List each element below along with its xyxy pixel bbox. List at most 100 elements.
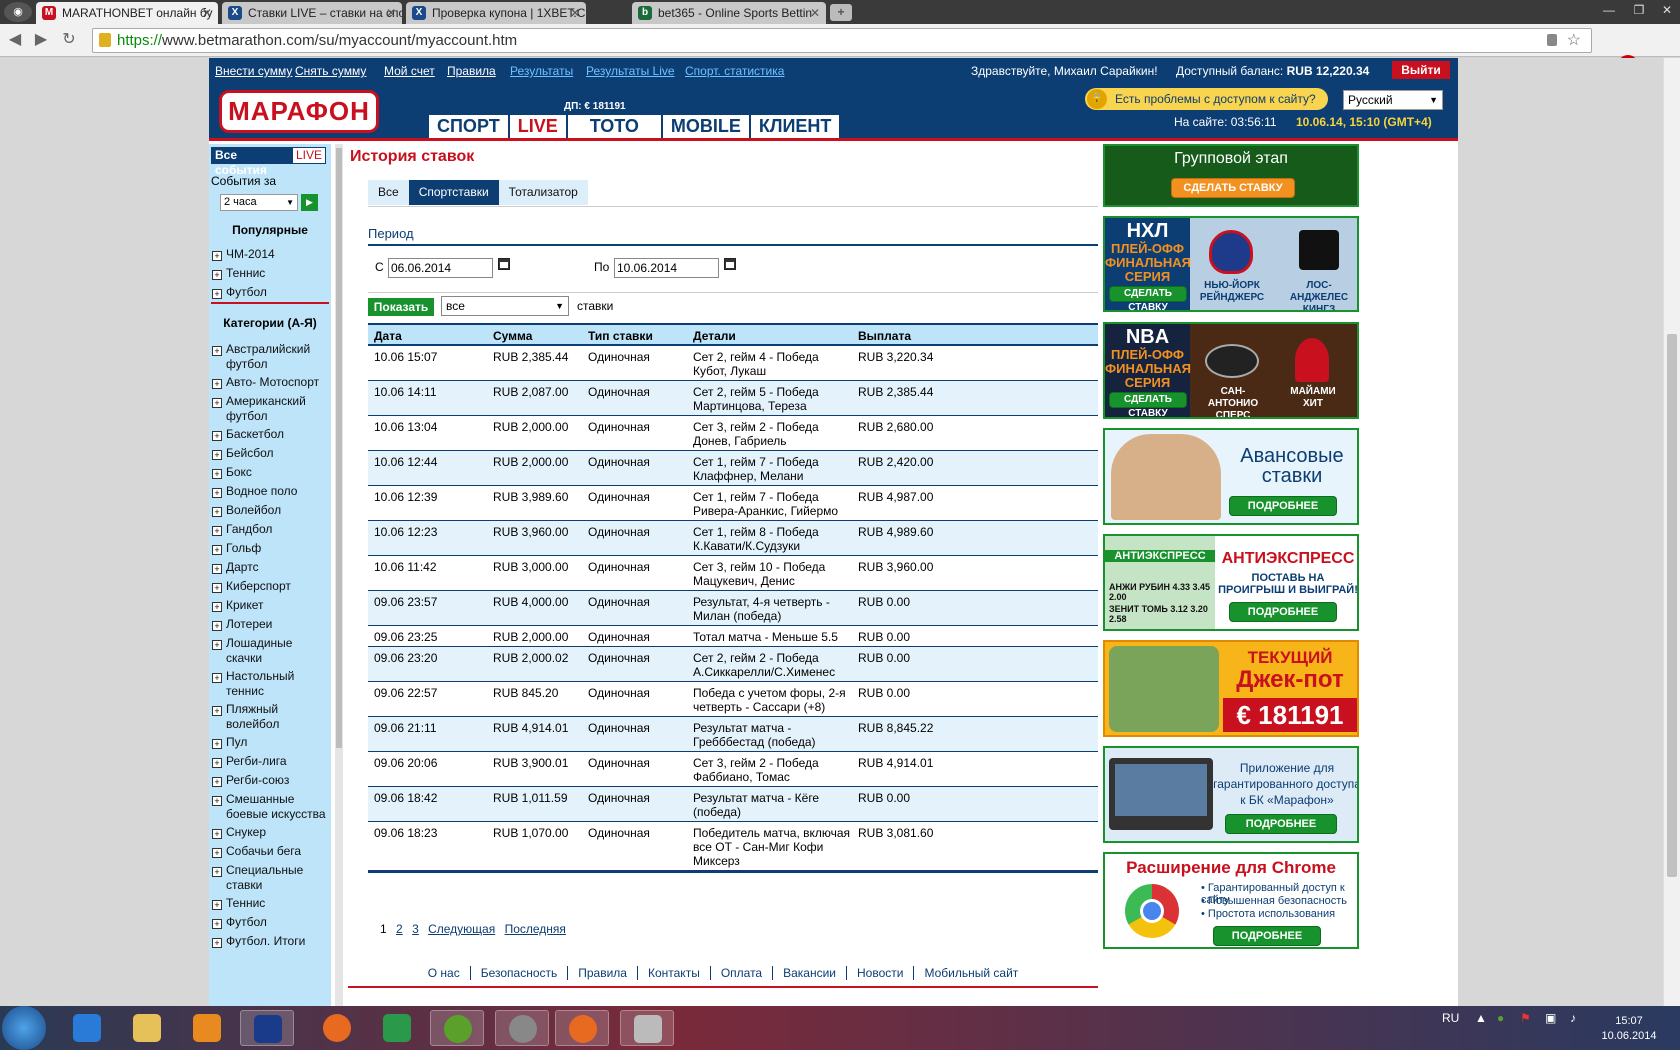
close-icon[interactable]: ✕ — [386, 2, 396, 24]
expand-icon[interactable]: + — [212, 398, 222, 408]
zona-taskbar-icon[interactable] — [370, 1010, 424, 1046]
browser-tab-bet365[interactable]: b bet365 - Online Sports Bettin ✕ — [632, 2, 826, 24]
jackpot-banner[interactable]: ТЕКУЩИЙ Джек-пот € 181191 — [1103, 640, 1359, 737]
sidebar-popular-item[interactable]: + Теннис — [212, 266, 330, 281]
expand-icon[interactable]: + — [212, 867, 222, 877]
footer-payment[interactable]: Оплата — [710, 966, 774, 980]
last-page-link[interactable]: Последняя — [505, 922, 566, 936]
save-app-taskbar-icon[interactable] — [240, 1010, 294, 1046]
antiexpress-banner[interactable]: АНТИЭКСПРЕСС АНЖИ РУБИН 4.33 3.45 2.00 З… — [1103, 534, 1359, 631]
to-date-input[interactable]: 10.06.2014 — [614, 258, 719, 278]
deposit-link[interactable]: Внести сумму — [215, 64, 292, 78]
sidebar-category-item[interactable]: + Смешанные боевые искусства — [212, 792, 330, 822]
system-clock[interactable]: 15:07 10.06.2014 — [1594, 1014, 1664, 1044]
expand-icon[interactable]: + — [212, 564, 222, 574]
close-icon[interactable]: ✕ — [810, 2, 820, 24]
sidebar-scrollbar-thumb[interactable] — [336, 148, 342, 748]
firefox-taskbar-icon[interactable] — [310, 1010, 364, 1046]
expand-icon[interactable]: + — [212, 469, 222, 479]
nhl-banner[interactable]: НХЛ ПЛЕЙ-ОФФ ФИНАЛЬНАЯ СЕРИЯ СДЕЛАТЬ СТА… — [1103, 216, 1359, 312]
chrome-taskbar-icon[interactable] — [495, 1010, 549, 1046]
new-tab-button[interactable]: + — [830, 4, 852, 21]
all-events-toggle[interactable]: Все события LIVE — [211, 147, 326, 177]
firefox-2-taskbar-icon[interactable] — [555, 1010, 609, 1046]
minimize-icon[interactable]: — — [1594, 0, 1624, 20]
sidebar-category-item[interactable]: + Гандбол — [212, 522, 330, 537]
sidebar-category-item[interactable]: + Крикет — [212, 598, 330, 613]
nav-client[interactable]: КЛИЕНТ — [751, 115, 842, 138]
tab-totalizator[interactable]: Тотализатор — [499, 180, 588, 205]
expand-icon[interactable]: + — [212, 251, 222, 261]
access-problems-button[interactable]: 🔒 Есть проблемы с доступом к сайту? — [1085, 88, 1328, 110]
nav-live[interactable]: LIVE — [510, 115, 568, 138]
sidebar-category-item[interactable]: + Авто- Мотоспорт — [212, 375, 330, 390]
bookmark-star-icon[interactable]: ☆ — [1567, 29, 1581, 52]
group-stage-banner[interactable]: Групповой этап СДЕЛАТЬ СТАВКУ — [1103, 144, 1359, 207]
expand-icon[interactable]: + — [212, 507, 222, 517]
sidebar-category-item[interactable]: + Специальные ставки — [212, 863, 330, 893]
sidebar-category-item[interactable]: + Регби-лига — [212, 754, 330, 769]
sidebar-scrollbar[interactable] — [335, 144, 343, 1006]
sidebar-category-item[interactable]: + Водное поло — [212, 484, 330, 499]
expand-icon[interactable]: + — [212, 346, 222, 356]
page-scrollbar-thumb[interactable] — [1667, 334, 1677, 877]
expand-icon[interactable]: + — [212, 270, 222, 280]
sidebar-category-item[interactable]: + Гольф — [212, 541, 330, 556]
sidebar-category-item[interactable]: + Пул — [212, 735, 330, 750]
language-indicator[interactable]: RU — [1442, 1011, 1459, 1025]
sidebar-category-item[interactable]: + Пляжный волейбол — [212, 702, 330, 732]
details-button[interactable]: ПОДРОБНЕЕ — [1225, 814, 1337, 834]
expand-icon[interactable]: + — [212, 796, 222, 806]
advance-bets-banner[interactable]: Авансовые ставки ПОДРОБНЕЕ — [1103, 428, 1359, 525]
footer-vacancies[interactable]: Вакансии — [773, 966, 848, 980]
page-link-2[interactable]: 2 — [396, 922, 403, 936]
withdraw-link[interactable]: Снять сумму — [295, 64, 366, 78]
show-button[interactable]: Показать — [368, 298, 434, 316]
page-scrollbar[interactable] — [1663, 58, 1680, 1006]
reload-icon[interactable]: ↻ — [58, 29, 80, 51]
footer-mobile[interactable]: Мобильный сайт — [914, 966, 1028, 980]
expand-icon[interactable]: + — [212, 758, 222, 768]
ie-taskbar-icon[interactable] — [60, 1010, 114, 1046]
window-close-icon[interactable]: ✕ — [1652, 0, 1680, 20]
volume-tray-icon[interactable]: ♪ — [1570, 1011, 1576, 1025]
sidebar-category-item[interactable]: + Собачьи бега — [212, 844, 330, 859]
flag-tray-icon[interactable]: ⚑ — [1520, 1011, 1531, 1025]
expand-icon[interactable]: + — [212, 706, 222, 716]
all-events-label[interactable]: Все события — [212, 148, 293, 177]
expand-icon[interactable]: + — [212, 673, 222, 683]
calculator-taskbar-icon[interactable] — [620, 1010, 674, 1046]
sidebar-category-item[interactable]: + Бокс — [212, 465, 330, 480]
sidebar-category-item[interactable]: + Дартс — [212, 560, 330, 575]
close-icon[interactable]: ✕ — [570, 2, 580, 24]
sidebar-popular-item[interactable]: + ЧМ-2014 — [212, 247, 330, 262]
make-bet-button[interactable]: СДЕЛАТЬ СТАВКУ — [1109, 392, 1187, 417]
expand-icon[interactable]: + — [212, 777, 222, 787]
media-player-taskbar-icon[interactable] — [180, 1010, 234, 1046]
forward-icon[interactable]: ▶ — [30, 29, 52, 51]
sidebar-category-item[interactable]: + Австралийский футбол — [212, 342, 330, 372]
expand-icon[interactable]: + — [212, 583, 222, 593]
make-bet-button[interactable]: СДЕЛАТЬ СТАВКУ — [1171, 178, 1295, 198]
make-bet-button[interactable]: СДЕЛАТЬ СТАВКУ — [1109, 286, 1187, 310]
tray-expand-icon[interactable]: ▲ — [1475, 1011, 1487, 1025]
nav-sport[interactable]: СПОРТ — [429, 115, 510, 138]
expand-icon[interactable]: + — [212, 640, 222, 650]
expand-icon[interactable]: + — [212, 545, 222, 555]
sidebar-category-item[interactable]: + Настольный теннис — [212, 669, 330, 699]
live-label[interactable]: LIVE — [292, 148, 325, 163]
browser-tab-1xbet-live[interactable]: X Ставки LIVE – ставки на спо ✕ — [222, 2, 402, 24]
expand-icon[interactable]: + — [212, 450, 222, 460]
nav-toto[interactable]: ТОТО — [568, 115, 663, 138]
back-icon[interactable]: ◀ — [4, 29, 26, 51]
nav-mobile[interactable]: MOBILE — [663, 115, 751, 138]
from-date-input[interactable]: 06.06.2014 — [388, 258, 493, 278]
logout-button[interactable]: Выйти — [1392, 61, 1450, 79]
footer-about[interactable]: О нас — [417, 966, 471, 980]
footer-news[interactable]: Новости — [847, 966, 915, 980]
tab-sport-bets[interactable]: Спортставки — [408, 180, 499, 205]
expand-icon[interactable]: + — [212, 526, 222, 536]
my-account-link[interactable]: Мой счет — [384, 64, 435, 78]
sidebar-category-item[interactable]: + Футбол — [212, 915, 330, 930]
calendar-icon[interactable] — [498, 258, 510, 270]
